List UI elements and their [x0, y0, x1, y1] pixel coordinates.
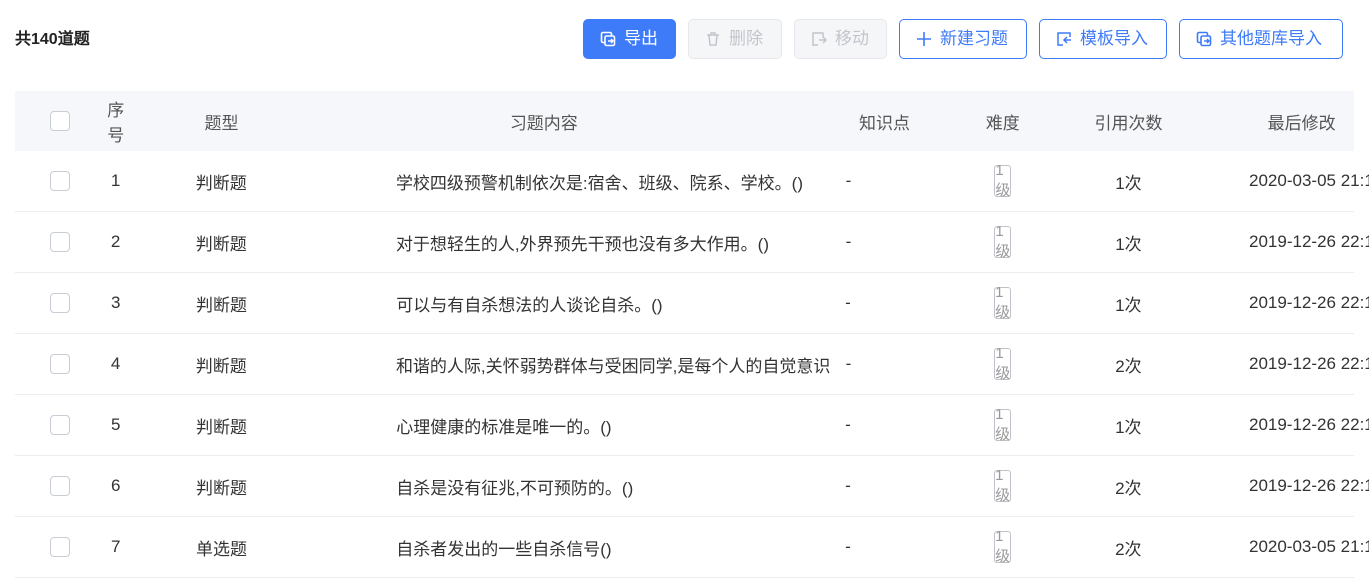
other-bank-import-label: 其他题库导入 — [1220, 29, 1322, 48]
row-checkbox[interactable] — [49, 415, 70, 435]
row-modified: 2020-03-05 21:11 — [1248, 537, 1369, 556]
row-knowledge: - — [845, 476, 851, 495]
select-all-cell — [15, 111, 105, 131]
row-modified: 2019-12-26 22:10 — [1248, 476, 1369, 495]
row-checkbox[interactable] — [49, 537, 70, 557]
other-bank-import-button[interactable]: 其他题库导入 — [1179, 19, 1343, 59]
row-knowledge: - — [845, 415, 851, 434]
header-knowledge: 知识点 — [859, 113, 911, 133]
row-modified: 2019-12-26 22:10 — [1249, 354, 1369, 373]
move-button[interactable]: 移动 — [794, 19, 887, 59]
row-knowledge: - — [845, 354, 852, 373]
trash-icon — [705, 31, 721, 47]
header-type: 题型 — [204, 113, 239, 133]
row-content[interactable]: 可以与有自杀想法的人谈论自杀。() — [316, 291, 698, 316]
table-row[interactable]: 7 单选题 自杀者发出的一些自杀信号() - 1级 2次 2020-03-05 … — [15, 517, 1369, 578]
row-checkbox[interactable] — [49, 293, 70, 313]
toolbar-actions: 导出 删除 移动 新建习题 模板导入 其他题库导入 — [583, 19, 1343, 59]
row-citations: 1次 — [1115, 173, 1142, 193]
table-row[interactable]: 5 判断题 心理健康的标准是唯一的。() - 1级 1次 2019-12-26 … — [15, 395, 1369, 456]
row-modified: 2019-12-26 22:10 — [1248, 415, 1369, 434]
table-row[interactable]: 3 判断题 可以与有自杀想法的人谈论自杀。() - 1级 1次 2019-12-… — [15, 273, 1369, 334]
row-checkbox[interactable] — [49, 354, 70, 374]
header-content: 习题内容 — [509, 113, 578, 133]
delete-button[interactable]: 删除 — [688, 19, 782, 59]
template-import-button[interactable]: 模板导入 — [1039, 19, 1167, 59]
row-no: 3 — [111, 293, 121, 312]
export-icon — [600, 31, 616, 47]
export-label: 导出 — [624, 29, 658, 48]
row-modified: 2019-12-26 22:10 — [1249, 232, 1369, 251]
row-citations: 2次 — [1115, 356, 1142, 376]
row-citations: 2次 — [1115, 478, 1142, 498]
row-no: 2 — [110, 232, 121, 251]
row-type: 判断题 — [195, 356, 247, 376]
row-type: 判断题 — [195, 234, 247, 254]
header-no: 序号 — [107, 101, 125, 145]
row-no: 1 — [110, 171, 121, 190]
plus-icon — [916, 31, 932, 47]
row-content[interactable]: 心理健康的标准是唯一的。() — [316, 413, 698, 438]
row-checkbox[interactable] — [49, 232, 70, 252]
delete-label: 删除 — [729, 29, 763, 48]
table-row[interactable]: 2 判断题 对于想轻生的人,外界预先干预也没有多大作用。() - 1级 1次 2… — [15, 212, 1369, 273]
row-content[interactable]: 和谐的人际,关怀弱势群体与受困同学,是每个人的自觉意识 — [316, 352, 830, 377]
row-content[interactable]: 自杀是没有征兆,不可预防的。() — [316, 474, 698, 499]
copy-import-icon — [1196, 31, 1212, 47]
move-label: 移动 — [835, 29, 869, 48]
row-type: 判断题 — [195, 173, 247, 193]
table-header: 序号 题型 习题内容 知识点 难度 引用次数 最后修改 — [15, 91, 1354, 151]
import-icon — [1056, 31, 1072, 47]
new-question-label: 新建习题 — [940, 29, 1008, 48]
row-content[interactable]: 自杀者发出的一些自杀信号() — [316, 535, 698, 560]
row-knowledge: - — [845, 537, 851, 556]
row-checkbox[interactable] — [49, 171, 70, 191]
row-knowledge: - — [845, 293, 851, 312]
row-modified: 2019-12-26 22:10 — [1248, 293, 1369, 312]
export-button[interactable]: 导出 — [583, 19, 676, 59]
row-no: 6 — [111, 476, 121, 495]
row-content[interactable]: 学校四级预警机制依次是:宿舍、班级、院系、学校。() — [316, 169, 803, 194]
row-type: 判断题 — [195, 417, 247, 437]
row-type: 判断题 — [195, 295, 247, 315]
row-content[interactable]: 对于想轻生的人,外界预先干预也没有多大作用。() — [316, 230, 769, 255]
move-icon — [811, 31, 827, 47]
header-modified: 最后修改 — [1267, 113, 1336, 133]
row-type: 判断题 — [195, 478, 247, 498]
header-difficulty: 难度 — [985, 113, 1020, 133]
row-no: 7 — [111, 537, 121, 556]
row-citations: 2次 — [1115, 539, 1142, 559]
row-no: 4 — [110, 354, 121, 373]
row-knowledge: - — [845, 232, 852, 251]
template-import-label: 模板导入 — [1080, 29, 1148, 48]
row-citations: 1次 — [1115, 417, 1142, 437]
toolbar: 共140道题 导出 删除 移动 新建习题 模板导入 其他题库导入 — [0, 0, 1369, 80]
row-knowledge: - — [845, 171, 852, 190]
row-type: 单选题 — [195, 539, 247, 559]
question-total: 共140道题 — [15, 31, 90, 48]
question-table: 序号 题型 习题内容 知识点 难度 引用次数 最后修改 1 判断题 学校四级预警… — [15, 91, 1369, 578]
row-no: 5 — [111, 415, 121, 434]
select-all-checkbox[interactable] — [49, 111, 70, 131]
table-row[interactable]: 4 判断题 和谐的人际,关怀弱势群体与受困同学,是每个人的自觉意识 - 1级 2… — [15, 334, 1369, 395]
table-row[interactable]: 6 判断题 自杀是没有征兆,不可预防的。() - 1级 2次 2019-12-2… — [15, 456, 1369, 517]
table-row[interactable]: 1 判断题 学校四级预警机制依次是:宿舍、班级、院系、学校。() - 1级 1次… — [15, 151, 1369, 212]
new-question-button[interactable]: 新建习题 — [899, 19, 1027, 59]
row-citations: 1次 — [1115, 234, 1142, 254]
row-checkbox[interactable] — [49, 476, 70, 496]
row-citations: 1次 — [1115, 295, 1142, 315]
row-modified: 2020-03-05 21:12 — [1249, 171, 1369, 190]
header-citations: 引用次数 — [1094, 113, 1163, 133]
